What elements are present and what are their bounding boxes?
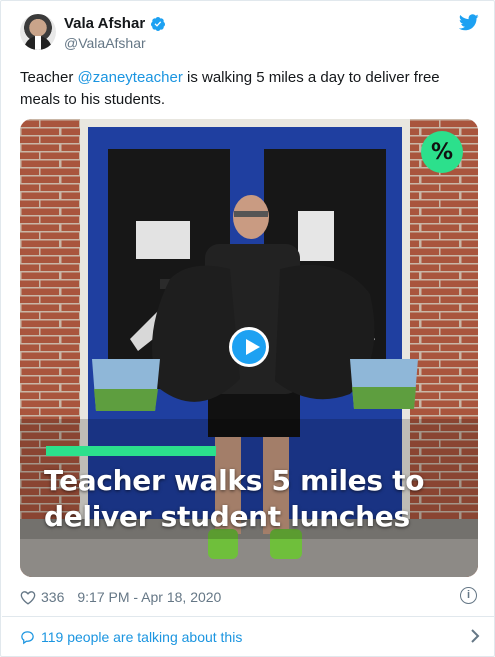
speech-bubble-icon (21, 630, 34, 644)
video-caption: Teacher walks 5 miles to deliver student… (44, 463, 464, 535)
conversation-link[interactable]: 119 people are talking about this (20, 626, 480, 648)
publisher-logo: % (421, 131, 463, 173)
tweet-meta: 336 9:17 PM - Apr 18, 2020 (20, 587, 221, 607)
like-count[interactable]: 336 (41, 589, 64, 605)
verified-badge-icon (151, 16, 166, 31)
tweet-text: Teacher @zaneyteacher is walking 5 miles… (20, 67, 480, 111)
video-media[interactable]: % Teacher walks 5 miles to deliver stude… (20, 119, 478, 577)
author-name[interactable]: Vala Afshar (64, 15, 145, 32)
twitter-bird-icon[interactable] (459, 14, 479, 31)
caption-line-1: Teacher walks 5 miles to (44, 464, 425, 497)
caption-line-2: deliver student lunches (44, 500, 410, 533)
author-row[interactable]: Vala Afshar (64, 15, 166, 32)
author-handle[interactable]: @ValaAfshar (64, 35, 146, 51)
chevron-right-icon[interactable] (470, 628, 480, 644)
caption-accent-bar (46, 446, 216, 456)
avatar[interactable] (20, 14, 56, 50)
tweet-card: Vala Afshar @ValaAfshar Teacher @zaneyte… (0, 0, 495, 657)
play-icon[interactable] (229, 327, 269, 367)
publisher-logo-text: % (430, 139, 454, 165)
timestamp[interactable]: 9:17 PM - Apr 18, 2020 (77, 589, 221, 605)
info-icon[interactable]: i (460, 587, 477, 604)
mention-link[interactable]: @zaneyteacher (78, 69, 183, 86)
talking-count[interactable]: 119 people are talking about this (41, 629, 242, 645)
tweet-text-start: Teacher (20, 69, 78, 86)
divider (2, 616, 495, 617)
heart-icon[interactable] (20, 590, 36, 605)
